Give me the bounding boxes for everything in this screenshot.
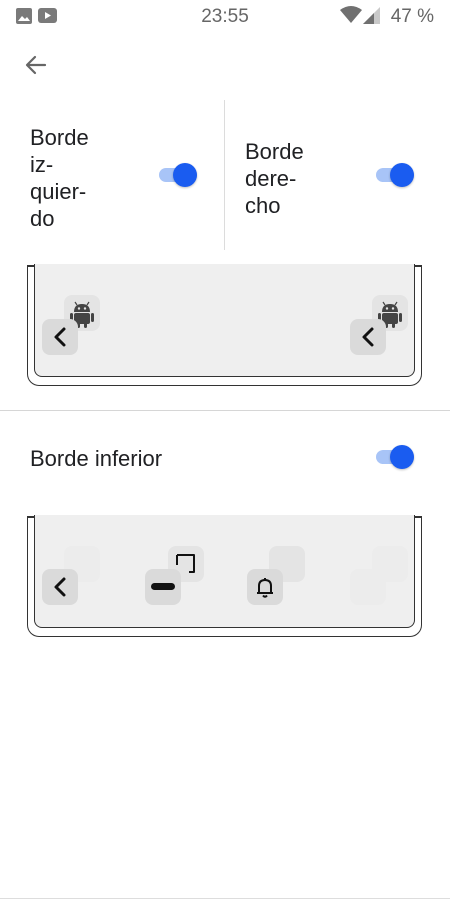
chevron-left-icon xyxy=(362,327,374,347)
left-edge-toggle[interactable] xyxy=(157,159,203,191)
right-edge-label-line: cho xyxy=(245,193,281,218)
bottom-edge-illustration xyxy=(27,515,422,637)
back-gesture-tile xyxy=(42,319,78,355)
back-button[interactable] xyxy=(20,50,52,82)
status-bar: 23:55 47 % xyxy=(0,0,450,32)
home-pill-icon xyxy=(151,583,175,590)
back-gesture-tile xyxy=(42,569,78,605)
toggle-thumb xyxy=(390,445,414,469)
status-time: 23:55 xyxy=(201,6,249,27)
left-edge-label-line: do xyxy=(30,206,55,231)
side-edges-illustration xyxy=(27,264,422,386)
right-edge-toggle[interactable] xyxy=(374,159,420,191)
left-edge-label-line: Borde xyxy=(30,125,89,150)
chevron-left-icon xyxy=(54,577,66,597)
bottom-divider xyxy=(0,898,450,899)
battery-percent: 47 % xyxy=(390,6,434,27)
home-gesture-tile xyxy=(145,569,181,605)
wifi-icon xyxy=(340,6,362,23)
toggle-thumb xyxy=(390,163,414,187)
cellular-signal-icon xyxy=(363,7,380,24)
left-edge-label-line: iz- xyxy=(30,152,54,177)
right-edge-label: Borde dere- cho xyxy=(245,138,345,219)
left-edge-label-line: quier- xyxy=(30,179,87,204)
toggle-thumb xyxy=(173,163,197,187)
notifications-tile xyxy=(247,569,283,605)
bottom-edge-toggle[interactable] xyxy=(374,441,420,473)
right-edge-label-line: Borde xyxy=(245,139,304,164)
bottom-edge-label: Borde inferior xyxy=(30,446,163,471)
back-gesture-tile xyxy=(350,319,386,355)
left-edge-label: Borde iz- quier- do xyxy=(30,124,130,232)
right-edge-label-line: dere- xyxy=(245,166,297,191)
vertical-divider xyxy=(224,100,225,250)
chevron-left-icon xyxy=(54,327,66,347)
gesture-tile xyxy=(350,569,386,605)
section-divider xyxy=(0,410,450,411)
bell-icon xyxy=(257,578,273,598)
arrow-left-icon xyxy=(25,55,47,75)
